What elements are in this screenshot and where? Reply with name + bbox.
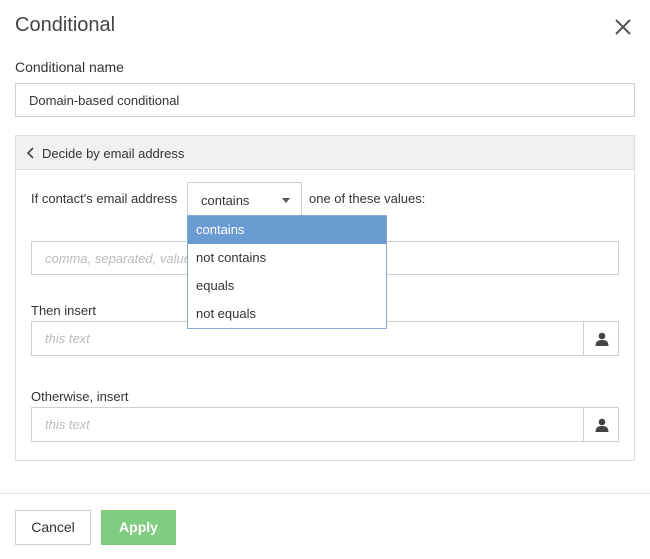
- panel-header-label: Decide by email address: [42, 146, 185, 161]
- dropdown-option-equals[interactable]: equals: [188, 272, 386, 300]
- panel-header-back[interactable]: Decide by email address: [16, 136, 634, 170]
- operator-select[interactable]: contains: [187, 182, 302, 216]
- conditional-name-input[interactable]: [15, 83, 635, 117]
- operator-select-value: contains: [201, 193, 250, 208]
- close-icon: [615, 19, 631, 35]
- dropdown-option-contains[interactable]: contains: [188, 216, 386, 244]
- otherwise-personalize-button[interactable]: [583, 407, 619, 442]
- then-personalize-button[interactable]: [583, 321, 619, 356]
- chevron-left-icon: [26, 147, 34, 159]
- then-insert-label: Then insert: [31, 303, 97, 318]
- operator-dropdown-menu: contains not contains equals not equals: [187, 215, 387, 329]
- otherwise-insert-input[interactable]: [31, 407, 584, 442]
- otherwise-insert-group: [31, 407, 619, 442]
- conditional-name-label: Conditional name: [15, 59, 124, 75]
- apply-button[interactable]: Apply: [101, 510, 176, 545]
- condition-prefix-label: If contact's email address: [31, 191, 178, 206]
- user-icon: [595, 418, 609, 432]
- dialog-title: Conditional: [15, 14, 116, 36]
- close-button[interactable]: [611, 15, 635, 39]
- cancel-button[interactable]: Cancel: [15, 510, 91, 545]
- condition-suffix-label: one of these values:: [309, 191, 426, 206]
- otherwise-insert-label: Otherwise, insert: [31, 389, 129, 404]
- caret-down-icon: [282, 198, 290, 203]
- footer-divider: [0, 493, 650, 494]
- dropdown-option-not-contains[interactable]: not contains: [188, 244, 386, 272]
- dropdown-option-not-equals[interactable]: not equals: [188, 300, 386, 328]
- user-icon: [595, 332, 609, 346]
